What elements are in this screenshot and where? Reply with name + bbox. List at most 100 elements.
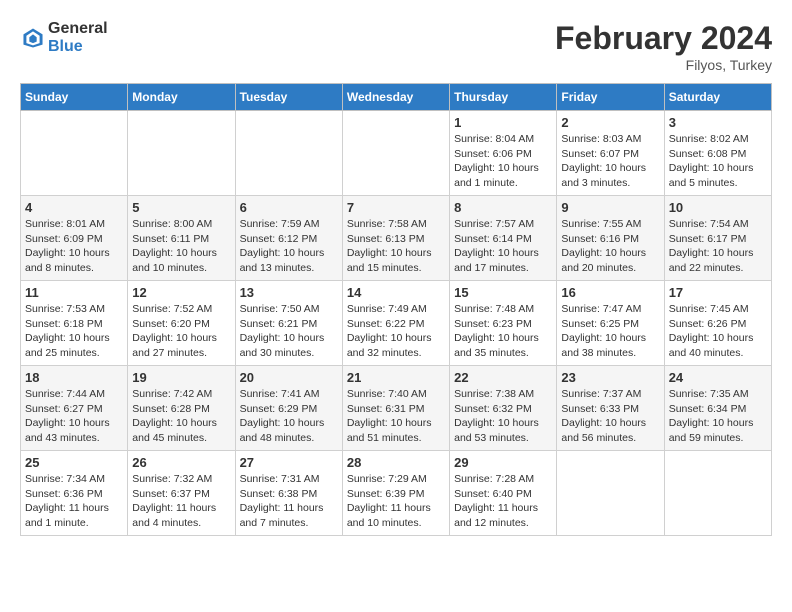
day-info: Sunrise: 8:01 AMSunset: 6:09 PMDaylight:… [25,217,123,276]
day-info: Sunrise: 7:34 AMSunset: 6:36 PMDaylight:… [25,472,123,531]
day-info: Sunrise: 7:53 AMSunset: 6:18 PMDaylight:… [25,302,123,361]
day-info: Sunrise: 7:32 AMSunset: 6:37 PMDaylight:… [132,472,230,531]
location-label: Filyos, Turkey [555,57,772,73]
calendar-cell [128,111,235,196]
day-info: Sunrise: 8:04 AMSunset: 6:06 PMDaylight:… [454,132,552,191]
calendar-week-2: 11Sunrise: 7:53 AMSunset: 6:18 PMDayligh… [21,281,772,366]
calendar-cell: 5Sunrise: 8:00 AMSunset: 6:11 PMDaylight… [128,196,235,281]
calendar-cell: 10 Sunrise: 7:54 AMSunset: 6:17 PMDayligh… [664,196,771,281]
calendar-cell: 3Sunrise: 8:02 AMSunset: 6:08 PMDaylight… [664,111,771,196]
calendar-week-0: 1 Sunrise: 8:04 AMSunset: 6:06 PMDaylight… [21,111,772,196]
calendar-cell: 24 Sunrise: 7:35 AMSunset: 6:34 PMDayligh… [664,366,771,451]
day-number: 6 [240,200,338,215]
calendar-cell: 6 Sunrise: 7:59 AMSunset: 6:12 PMDaylight… [235,196,342,281]
calendar-cell: 25 Sunrise: 7:34 AMSunset: 6:36 PMDayligh… [21,451,128,536]
day-number: 26 [132,455,230,470]
calendar-cell: 4Sunrise: 8:01 AMSunset: 6:09 PMDaylight… [21,196,128,281]
day-info: Sunrise: 8:00 AMSunset: 6:11 PMDaylight:… [132,217,230,276]
day-info: Sunrise: 7:54 AMSunset: 6:17 PMDaylight:… [669,217,767,276]
logo: General Blue [20,20,108,55]
calendar-cell: 19 Sunrise: 7:42 AMSunset: 6:28 PMDayligh… [128,366,235,451]
calendar-cell: 21Sunrise: 7:40 AMSunset: 6:31 PMDayligh… [342,366,449,451]
day-info: Sunrise: 7:49 AMSunset: 6:22 PMDaylight:… [347,302,445,361]
month-title: February 2024 [555,20,772,57]
day-info: Sunrise: 7:40 AMSunset: 6:31 PMDaylight:… [347,387,445,446]
day-number: 9 [561,200,659,215]
weekday-header-tuesday: Tuesday [235,84,342,111]
day-info: Sunrise: 7:38 AMSunset: 6:32 PMDaylight:… [454,387,552,446]
calendar-cell: 2 Sunrise: 8:03 AMSunset: 6:07 PMDaylight… [557,111,664,196]
calendar-cell: 23 Sunrise: 7:37 AMSunset: 6:33 PMDayligh… [557,366,664,451]
day-info: Sunrise: 7:35 AMSunset: 6:34 PMDaylight:… [669,387,767,446]
day-info: Sunrise: 7:29 AMSunset: 6:39 PMDaylight:… [347,472,445,531]
day-info: Sunrise: 8:03 AMSunset: 6:07 PMDaylight:… [561,132,659,191]
day-number: 24 [669,370,767,385]
day-info: Sunrise: 7:41 AMSunset: 6:29 PMDaylight:… [240,387,338,446]
calendar-cell: 28 Sunrise: 7:29 AMSunset: 6:39 PMDayligh… [342,451,449,536]
calendar-cell: 26 Sunrise: 7:32 AMSunset: 6:37 PMDayligh… [128,451,235,536]
logo-general-text: General [48,20,108,38]
title-block: February 2024 Filyos, Turkey [555,20,772,73]
day-number: 20 [240,370,338,385]
day-info: Sunrise: 7:57 AMSunset: 6:14 PMDaylight:… [454,217,552,276]
day-number: 7 [347,200,445,215]
day-info: Sunrise: 7:52 AMSunset: 6:20 PMDaylight:… [132,302,230,361]
day-info: Sunrise: 7:48 AMSunset: 6:23 PMDaylight:… [454,302,552,361]
day-info: Sunrise: 7:47 AMSunset: 6:25 PMDaylight:… [561,302,659,361]
calendar-cell [21,111,128,196]
calendar-table: SundayMondayTuesdayWednesdayThursdayFrid… [20,83,772,536]
day-info: Sunrise: 7:45 AMSunset: 6:26 PMDaylight:… [669,302,767,361]
calendar-week-1: 4Sunrise: 8:01 AMSunset: 6:09 PMDaylight… [21,196,772,281]
calendar-cell: 8 Sunrise: 7:57 AMSunset: 6:14 PMDaylight… [450,196,557,281]
calendar-cell: 12 Sunrise: 7:52 AMSunset: 6:20 PMDayligh… [128,281,235,366]
day-number: 17 [669,285,767,300]
calendar-cell [664,451,771,536]
weekday-header-saturday: Saturday [664,84,771,111]
day-number: 16 [561,285,659,300]
calendar-cell: 1 Sunrise: 8:04 AMSunset: 6:06 PMDaylight… [450,111,557,196]
weekday-header-wednesday: Wednesday [342,84,449,111]
weekday-header-monday: Monday [128,84,235,111]
calendar-cell [342,111,449,196]
logo-blue-text: Blue [48,38,108,56]
calendar-cell: 13 Sunrise: 7:50 AMSunset: 6:21 PMDayligh… [235,281,342,366]
calendar-cell: 11Sunrise: 7:53 AMSunset: 6:18 PMDayligh… [21,281,128,366]
calendar-cell: 9 Sunrise: 7:55 AMSunset: 6:16 PMDaylight… [557,196,664,281]
day-info: Sunrise: 7:50 AMSunset: 6:21 PMDaylight:… [240,302,338,361]
calendar-cell: 16 Sunrise: 7:47 AMSunset: 6:25 PMDayligh… [557,281,664,366]
day-info: Sunrise: 8:02 AMSunset: 6:08 PMDaylight:… [669,132,767,191]
day-info: Sunrise: 7:37 AMSunset: 6:33 PMDaylight:… [561,387,659,446]
calendar-cell [235,111,342,196]
day-number: 13 [240,285,338,300]
calendar-cell: 18 Sunrise: 7:44 AMSunset: 6:27 PMDayligh… [21,366,128,451]
calendar-cell: 14 Sunrise: 7:49 AMSunset: 6:22 PMDayligh… [342,281,449,366]
day-info: Sunrise: 7:58 AMSunset: 6:13 PMDaylight:… [347,217,445,276]
weekday-header-friday: Friday [557,84,664,111]
day-number: 23 [561,370,659,385]
weekday-header-sunday: Sunday [21,84,128,111]
calendar-cell: 27Sunrise: 7:31 AMSunset: 6:38 PMDayligh… [235,451,342,536]
day-info: Sunrise: 7:59 AMSunset: 6:12 PMDaylight:… [240,217,338,276]
day-number: 25 [25,455,123,470]
day-info: Sunrise: 7:44 AMSunset: 6:27 PMDaylight:… [25,387,123,446]
weekday-header-row: SundayMondayTuesdayWednesdayThursdayFrid… [21,84,772,111]
calendar-week-3: 18 Sunrise: 7:44 AMSunset: 6:27 PMDayligh… [21,366,772,451]
page-header: General Blue February 2024 Filyos, Turke… [20,20,772,73]
calendar-cell: 22Sunrise: 7:38 AMSunset: 6:32 PMDayligh… [450,366,557,451]
calendar-cell: 15 Sunrise: 7:48 AMSunset: 6:23 PMDayligh… [450,281,557,366]
day-number: 27 [240,455,338,470]
day-number: 14 [347,285,445,300]
calendar-cell: 20 Sunrise: 7:41 AMSunset: 6:29 PMDayligh… [235,366,342,451]
day-number: 12 [132,285,230,300]
day-number: 18 [25,370,123,385]
day-info: Sunrise: 7:55 AMSunset: 6:16 PMDaylight:… [561,217,659,276]
day-info: Sunrise: 7:42 AMSunset: 6:28 PMDaylight:… [132,387,230,446]
day-number: 1 [454,115,552,130]
day-number: 2 [561,115,659,130]
day-number: 28 [347,455,445,470]
day-number: 8 [454,200,552,215]
day-number: 19 [132,370,230,385]
calendar-cell: 29Sunrise: 7:28 AMSunset: 6:40 PMDayligh… [450,451,557,536]
day-number: 10 [669,200,767,215]
day-number: 15 [454,285,552,300]
